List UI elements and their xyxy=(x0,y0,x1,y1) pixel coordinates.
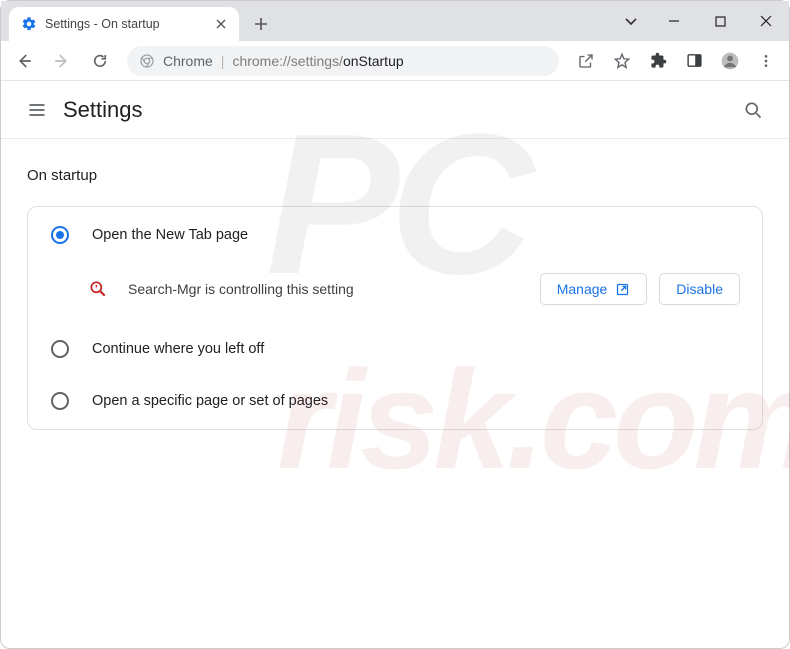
menu-button[interactable] xyxy=(749,44,783,78)
extensions-button[interactable] xyxy=(641,44,675,78)
tab-search-button[interactable] xyxy=(611,1,651,41)
reload-button[interactable] xyxy=(83,44,117,78)
browser-tab[interactable]: Settings - On startup xyxy=(9,7,239,41)
option-new-tab[interactable]: Open the New Tab page xyxy=(28,209,762,261)
extension-search-icon xyxy=(88,279,108,299)
tab-title: Settings - On startup xyxy=(45,17,160,31)
search-button[interactable] xyxy=(733,90,773,130)
chrome-icon xyxy=(139,53,155,69)
gear-icon xyxy=(21,16,37,32)
menu-icon[interactable] xyxy=(17,90,57,130)
startup-options-card: Open the New Tab page Search-Mgr is cont… xyxy=(27,206,763,430)
new-tab-button[interactable] xyxy=(247,10,275,38)
settings-header: Settings xyxy=(1,81,789,139)
option-label: Open the New Tab page xyxy=(92,227,248,243)
address-bar[interactable]: Chrome | chrome://settings/onStartup xyxy=(127,46,559,76)
radio-unselected-icon xyxy=(50,339,70,359)
bookmark-button[interactable] xyxy=(605,44,639,78)
open-external-icon xyxy=(615,282,630,297)
section-title: On startup xyxy=(27,167,763,184)
option-label: Open a specific page or set of pages xyxy=(92,393,328,409)
extension-notice: Search-Mgr is controlling this setting M… xyxy=(28,261,762,323)
forward-button[interactable] xyxy=(45,44,79,78)
window-controls xyxy=(611,1,789,41)
radio-selected-icon xyxy=(50,225,70,245)
omnibox-url: chrome://settings/onStartup xyxy=(232,53,403,69)
close-tab-icon[interactable] xyxy=(213,16,229,32)
option-specific-pages[interactable]: Open a specific page or set of pages xyxy=(28,375,762,427)
omnibox-separator: | xyxy=(221,53,225,69)
disable-button[interactable]: Disable xyxy=(659,273,740,305)
radio-unselected-icon xyxy=(50,391,70,411)
settings-content: On startup Open the New Tab page Search-… xyxy=(1,139,789,458)
minimize-button[interactable] xyxy=(651,1,697,41)
maximize-button[interactable] xyxy=(697,1,743,41)
back-button[interactable] xyxy=(7,44,41,78)
close-window-button[interactable] xyxy=(743,1,789,41)
omnibox-chip: Chrome xyxy=(163,53,213,69)
share-button[interactable] xyxy=(569,44,603,78)
manage-label: Manage xyxy=(557,281,608,297)
extension-notice-text: Search-Mgr is controlling this setting xyxy=(128,281,354,297)
page-title: Settings xyxy=(63,97,143,123)
disable-label: Disable xyxy=(676,281,723,297)
profile-button[interactable] xyxy=(713,44,747,78)
option-continue[interactable]: Continue where you left off xyxy=(28,323,762,375)
option-label: Continue where you left off xyxy=(92,341,264,357)
browser-toolbar: Chrome | chrome://settings/onStartup xyxy=(1,41,789,81)
manage-button[interactable]: Manage xyxy=(540,273,648,305)
side-panel-button[interactable] xyxy=(677,44,711,78)
